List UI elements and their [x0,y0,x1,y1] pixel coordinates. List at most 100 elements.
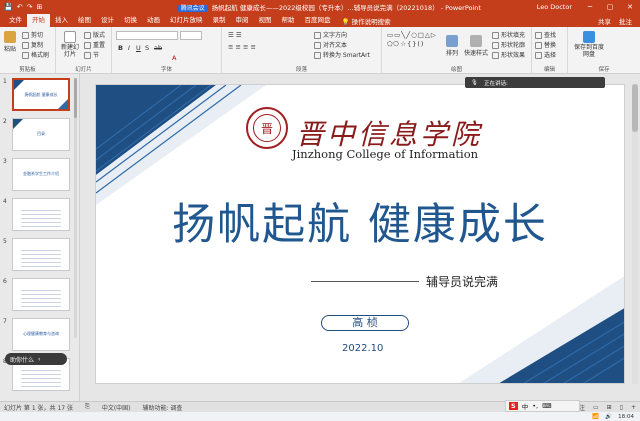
tab-record[interactable]: 录制 [208,14,231,27]
thumbnail-slide-5[interactable] [12,238,70,271]
thumbnail-slide-6[interactable] [12,278,70,311]
redo-icon[interactable]: ↷ [27,3,33,11]
tab-slideshow[interactable]: 幻灯片放映 [165,14,208,27]
tab-baidu[interactable]: 百度网盘 [300,14,336,27]
tell-me-search[interactable]: 💡 操作说明搜索 [342,16,391,26]
scrollbar-thumb[interactable] [74,78,77,118]
thumbnail-row[interactable]: 4 [0,196,79,234]
thumbnail-slide-1[interactable]: 扬帆起航 健康成长 [12,78,70,111]
user-name[interactable]: Leo Doctor [537,3,572,11]
new-slide-button[interactable]: 新建幻灯片 [60,31,80,58]
thumbnail-slide-2[interactable]: 目录 [12,118,70,151]
meeting-badge[interactable]: 腾讯会议 [177,5,208,12]
spellcheck-icon[interactable]: ⎘ [85,403,90,411]
presenter-name: 高 桢 [321,315,409,331]
thumbnail-row[interactable]: 2 目录 [0,116,79,154]
tab-transitions[interactable]: 切换 [119,14,142,27]
share-button[interactable]: 共享 [598,16,611,26]
underline-icon[interactable]: U [136,44,141,52]
punctuation-icon[interactable]: •, [532,402,538,410]
font-size-dropdown[interactable] [180,31,202,40]
tab-animations[interactable]: 动画 [142,14,165,27]
text-direction-button[interactable]: 文字方向 [314,30,347,39]
comments-button[interactable]: 批注 [619,16,632,26]
tab-design[interactable]: 设计 [96,14,119,27]
keyboard-icon[interactable]: ⌨ [542,402,551,410]
baidu-group-label: 保存 [598,67,610,73]
thumbnail-slide-3[interactable]: 金融系学生工作介绍 [12,158,70,191]
undo-icon[interactable]: ↶ [17,3,23,11]
language-status[interactable]: 中文(中国) [102,403,131,412]
thumbnail-row[interactable]: 5 [0,236,79,274]
section-button[interactable]: 节 [84,50,99,59]
volume-icon[interactable]: 🔊 [605,414,612,420]
tab-review[interactable]: 审阅 [231,14,254,27]
quick-styles-button[interactable]: 快速样式 [464,35,488,57]
reading-view-icon[interactable]: ▯ [620,404,623,411]
accessibility-status[interactable]: 辅助功能: 调查 [143,403,183,412]
save-baidu-button[interactable]: 保存到百度网盘 [574,31,604,58]
tab-draw[interactable]: 绘图 [73,14,96,27]
thumbnail-row[interactable]: 1 扬帆起航 健康成长 [0,76,79,114]
paste-button[interactable]: 粘贴 [4,31,16,53]
shadow-icon[interactable]: S [145,44,149,52]
save-icon[interactable]: 💾 [4,3,13,11]
network-icon[interactable]: 📶 [592,414,599,420]
shape-fill-button[interactable]: 形状填充 [492,30,525,39]
tab-view[interactable]: 视图 [254,14,277,27]
start-slideshow-icon[interactable]: ⊞ [36,3,42,11]
slide-scrollbar[interactable] [632,84,638,384]
minimize-button[interactable]: ─ [580,3,600,11]
copy-button[interactable]: 复制 [22,40,43,49]
ime-mode[interactable]: 中 [522,401,529,411]
arrange-button[interactable]: 排列 [446,35,458,57]
shape-outline-button[interactable]: 形状轮廓 [492,40,525,49]
slide-sorter-icon[interactable]: ⊞ [607,404,612,411]
shape-effects-button[interactable]: 形状效果 [492,50,525,59]
thumbnail-row[interactable]: 6 [0,276,79,314]
reset-button[interactable]: 重置 [84,40,105,49]
clock[interactable]: 18:04 [618,414,634,420]
tab-file[interactable]: 文件 [4,14,27,27]
shapes-gallery[interactable]: ▭▭╲╱○□△▷ [387,31,437,39]
normal-view-icon[interactable]: ▭ [593,404,599,411]
zoom-in-button[interactable]: + [631,404,636,411]
font-color-icon[interactable]: A [172,54,176,62]
tab-insert[interactable]: 插入 [50,14,73,27]
chevron-left-icon[interactable]: ‹ [38,356,40,363]
bold-icon[interactable]: B [118,44,123,52]
paragraph-group-label: 段落 [295,67,307,73]
select-button[interactable]: 选择 [535,50,556,59]
font-name-dropdown[interactable] [116,31,178,40]
current-slide[interactable]: 晋 晋中信息学院 Jinzhong College of Information… [95,84,625,384]
close-button[interactable]: ✕ [620,3,640,11]
maximize-button[interactable]: ▢ [600,3,620,11]
thumb-text-lines [21,247,61,267]
sogou-ime-icon[interactable]: S [509,402,518,410]
find-button[interactable]: 查找 [535,30,556,39]
thumbnail-number: 2 [3,118,7,125]
shapes-gallery-row2[interactable]: ⬠⭔☆{}() [387,40,424,48]
thumbnail-slide-4[interactable] [12,198,70,231]
thumbnail-scrollbar[interactable] [74,78,77,338]
layout-button[interactable]: 版式 [84,30,105,39]
align-icons[interactable]: ≡ ≡ ≡ ≡ [228,43,256,51]
bullets-icon[interactable]: ☰ ☰ [228,31,242,39]
thumbnail-row[interactable]: 3 金融系学生工作介绍 [0,156,79,194]
align-text-button[interactable]: 对齐文本 [314,40,347,49]
caption-pill[interactable]: 助你什么 ‹ [5,353,67,365]
smartart-button[interactable]: 转换为 SmartArt [314,50,370,59]
format-painter-button[interactable]: 格式刷 [22,50,49,59]
ime-toolbar[interactable]: S 中 •, ⌨ [505,400,580,412]
strikethrough-icon[interactable]: ab [154,44,162,52]
scrollbar-thumb[interactable] [632,84,638,132]
tab-home[interactable]: 开始 [27,14,50,27]
thumbnail-slide-7[interactable]: 心理健康教育与咨询 [12,318,70,351]
replace-button[interactable]: 替换 [535,40,556,49]
cut-button[interactable]: 剪切 [22,30,43,39]
reset-icon [84,42,91,49]
italic-icon[interactable]: I [128,44,130,52]
quick-styles-icon [470,35,482,47]
thumbnail-row[interactable]: 7 心理健康教育与咨询 [0,316,79,354]
tab-help[interactable]: 帮助 [277,14,300,27]
